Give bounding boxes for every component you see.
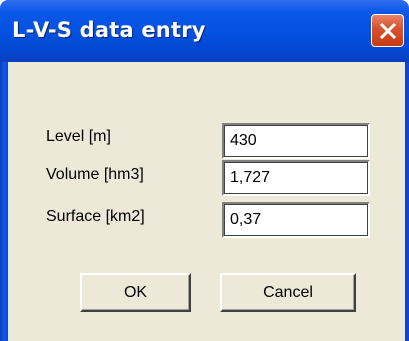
window-frame-right [405,62,409,341]
dialog-window: L-V-S data entry Level [m] Volume [hm3] … [0,0,409,341]
surface-input[interactable] [222,202,370,238]
window-frame-left [0,62,8,341]
level-input[interactable] [222,123,370,159]
volume-input[interactable] [222,160,370,196]
cancel-button[interactable]: Cancel [220,273,356,312]
level-label: Level [m] [46,128,111,145]
close-icon [379,22,396,39]
surface-label: Surface [km2] [46,208,145,225]
volume-label: Volume [hm3] [46,166,144,183]
ok-button[interactable]: OK [80,273,191,312]
close-button[interactable] [371,14,404,47]
window-title: L-V-S data entry [12,18,206,42]
title-bar[interactable]: L-V-S data entry [0,0,409,62]
